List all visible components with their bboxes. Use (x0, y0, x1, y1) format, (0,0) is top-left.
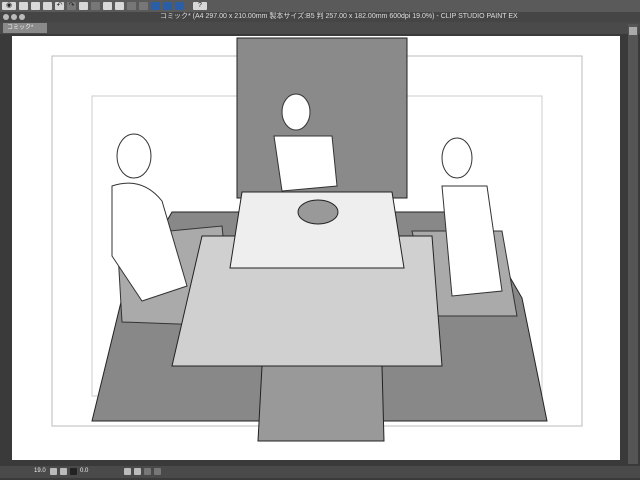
main-toolbar: ◉ ↶ ↷ ? (0, 0, 640, 12)
zoom-out-icon[interactable] (50, 468, 57, 475)
vertical-scrollbar[interactable] (628, 24, 638, 464)
tab-comic[interactable]: コミック* (3, 23, 47, 33)
reset-rotation-icon[interactable] (144, 468, 151, 475)
transform-icon[interactable] (115, 2, 124, 10)
open-icon[interactable] (31, 2, 40, 10)
minimize-icon[interactable] (11, 14, 17, 20)
undo-icon[interactable]: ↶ (55, 2, 64, 10)
rotate-right-icon[interactable] (134, 468, 141, 475)
rotate-left-icon[interactable] (124, 468, 131, 475)
maximize-icon[interactable] (19, 14, 25, 20)
rotation-angle[interactable]: 0.0 (80, 468, 88, 474)
illustration (51, 37, 583, 442)
title-bar: コミック* (A4 297.00 x 210.00mm 製本サイズ:B5 判 2… (0, 12, 640, 22)
zoom-in-icon[interactable] (60, 468, 67, 475)
fit-icon[interactable] (70, 468, 77, 475)
fill-icon[interactable] (103, 2, 112, 10)
snap-ruler-icon[interactable] (151, 2, 160, 10)
redo-icon[interactable]: ↷ (67, 2, 76, 10)
drawing-canvas[interactable] (12, 36, 620, 460)
clear-icon[interactable] (91, 2, 100, 10)
tab-bar: コミック* (0, 22, 640, 34)
scroll-thumb[interactable] (629, 27, 637, 35)
selection-icon[interactable] (79, 2, 88, 10)
fruit-bowl (297, 199, 339, 225)
snap-special-ruler-icon[interactable] (163, 2, 172, 10)
save-icon[interactable] (43, 2, 52, 10)
eye-icon[interactable]: ◉ (2, 2, 16, 10)
status-bar: 19.0 0.0 (0, 466, 640, 478)
help-icon[interactable]: ? (193, 2, 207, 10)
flip-icon[interactable] (154, 468, 161, 475)
window-title: コミック* (A4 297.00 x 210.00mm 製本サイズ:B5 判 2… (160, 13, 518, 20)
new-icon[interactable] (19, 2, 28, 10)
zoom-value[interactable]: 19.0 (34, 468, 46, 474)
snap-icon[interactable] (139, 2, 148, 10)
cushion-front (257, 365, 385, 442)
snap-grid-icon[interactable] (175, 2, 184, 10)
close-icon[interactable] (3, 14, 9, 20)
ruler-icon[interactable] (127, 2, 136, 10)
